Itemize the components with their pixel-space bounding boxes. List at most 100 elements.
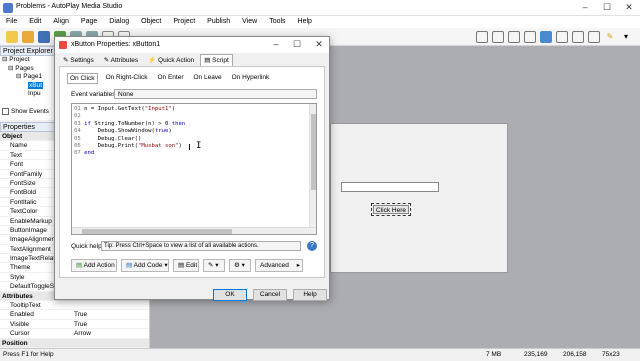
status-bar: Press F1 for Help 7 MB 235,169 206,158 7…	[0, 348, 640, 360]
menu-object[interactable]: Object	[141, 16, 161, 28]
property-row[interactable]: Visible True	[0, 320, 149, 330]
project-explorer-title: Project Explorer	[0, 46, 55, 56]
code-text: Debug.Print("Musbat son")	[84, 142, 182, 149]
property-name: Enabled	[10, 311, 34, 319]
tree-item-xbutton[interactable]: xBut	[0, 81, 56, 91]
script-lines: 01 n = Input.GetText("Input1") 02 03 if S…	[72, 104, 316, 158]
cancel-button[interactable]: Cancel	[253, 289, 287, 301]
dialog-title: xButton Properties: xButton1	[71, 41, 161, 48]
pencil-icon[interactable]: ✎	[604, 31, 616, 43]
save-icon[interactable]	[38, 30, 50, 43]
quick-help-info-icon[interactable]: ?	[307, 241, 317, 251]
script-horizontal-scrollbar[interactable]	[72, 227, 316, 234]
advanced-button[interactable]: Advanced ▸	[255, 259, 303, 272]
script-vertical-scrollbar[interactable]	[309, 104, 316, 234]
property-name: Visible	[10, 320, 30, 328]
new-icon[interactable]	[6, 30, 18, 43]
show-events-row: Show Events	[2, 108, 49, 115]
property-row[interactable]: Cursor Arrow	[0, 329, 149, 339]
menu-dialog[interactable]: Dialog	[109, 16, 129, 28]
tab-attributes[interactable]: ✎ Attributes	[100, 54, 142, 66]
dialog-title-bar: xButton Properties: xButton1 – ☐ ✕	[55, 37, 329, 53]
show-events-checkbox[interactable]	[2, 108, 9, 115]
zoom-icon[interactable]	[508, 30, 520, 43]
event-variables-label: Event variables:	[71, 91, 118, 98]
tools-button[interactable]: ⚙ ▾	[229, 259, 251, 272]
line-number: 03	[74, 120, 81, 127]
add-action-button[interactable]: ▤ Add Action	[71, 259, 117, 272]
menu-publish[interactable]: Publish	[207, 16, 230, 28]
menu-view[interactable]: View	[242, 16, 257, 28]
line-number: 04	[74, 128, 81, 135]
dialog-maximize-button[interactable]: ☐	[290, 38, 304, 51]
page-surface[interactable]: Click Here	[330, 123, 508, 273]
subtab-on-hyperlink[interactable]: On Hyperlink	[230, 73, 272, 84]
xbutton-properties-dialog: xButton Properties: xButton1 – ☐ ✕ ✎ Set…	[54, 36, 330, 301]
menu-file[interactable]: File	[6, 16, 17, 28]
menu-tools[interactable]: Tools	[269, 16, 285, 28]
tree-item-project[interactable]: ⊟ Project	[0, 56, 56, 65]
add-code-button[interactable]: ▤ Add Code ▾	[121, 259, 169, 272]
table-icon[interactable]	[556, 30, 568, 43]
format-button[interactable]: ✎ ▾	[203, 259, 225, 272]
layers-icon[interactable]	[524, 30, 536, 43]
tab-settings[interactable]: ✎ Settings	[59, 54, 98, 66]
grid2-icon[interactable]	[572, 30, 584, 43]
minimize-button[interactable]: –	[578, 1, 592, 14]
open-icon[interactable]	[22, 30, 34, 43]
tab-script[interactable]: ▤ Script	[200, 54, 233, 66]
property-value[interactable]	[72, 339, 149, 347]
menu-edit[interactable]: Edit	[29, 16, 41, 28]
subtab-on-leave[interactable]: On Leave	[191, 73, 223, 84]
property-name: Position	[2, 339, 28, 347]
xbutton1[interactable]: Click Here	[371, 203, 411, 216]
tab-quick-action[interactable]: ⚡ Quick Action	[144, 54, 198, 66]
menu-project[interactable]: Project	[173, 16, 195, 28]
property-value[interactable]: True	[72, 320, 149, 328]
close-button[interactable]: ✕	[622, 1, 636, 14]
dialog-icon	[59, 41, 67, 49]
maximize-button[interactable]: ☐	[600, 1, 614, 14]
dropdown-icon[interactable]: ▾	[620, 31, 632, 43]
status-object-pos: 206,158	[563, 351, 587, 358]
code-line: 05 Debug.Clear()	[74, 136, 316, 143]
grid-icon[interactable]	[476, 30, 488, 43]
ok-button[interactable]: OK	[213, 289, 247, 301]
help-button[interactable]: Help	[293, 289, 327, 301]
menu-page[interactable]: Page	[81, 16, 97, 28]
property-value[interactable]: True	[72, 310, 149, 318]
code-text: if String.ToNumber(n) > 0 then	[84, 120, 186, 127]
dialog-close-button[interactable]: ✕	[312, 38, 326, 51]
status-cursor-pos: 235,169	[524, 351, 548, 358]
text-cursor	[189, 144, 190, 150]
property-row[interactable]: TooltipText	[0, 301, 149, 311]
edit-button[interactable]: ▤ Edit	[173, 259, 199, 272]
menu-help[interactable]: Help	[298, 16, 312, 28]
box-icon[interactable]	[588, 30, 600, 43]
code-line: 06 Debug.Print("Musbat son")	[74, 143, 316, 150]
code-line: 03 if String.ToNumber(n) > 0 then	[74, 121, 316, 128]
line-number: 06	[74, 142, 81, 149]
event-variables-field: None	[114, 89, 317, 99]
dialog-minimize-button[interactable]: –	[269, 38, 283, 51]
code-line: 02	[74, 113, 316, 120]
subtab-on-click[interactable]: On Click	[67, 73, 98, 84]
script-editor[interactable]: 01 n = Input.GetText("Input1") 02 03 if S…	[71, 103, 317, 235]
property-name: TooltipText	[10, 302, 41, 310]
property-value[interactable]: Arrow	[72, 329, 149, 337]
xbutton1-face: Click Here	[373, 205, 409, 214]
property-value[interactable]	[72, 301, 149, 309]
property-category[interactable]: Position	[0, 338, 149, 348]
menu-align[interactable]: Align	[53, 16, 69, 28]
snap-icon[interactable]	[492, 30, 504, 43]
tree-item-input[interactable]: Inpu	[0, 90, 56, 99]
tree-item-pages[interactable]: ⊟ Pages	[0, 65, 56, 74]
image-icon[interactable]	[540, 30, 552, 43]
app-icon	[3, 3, 13, 13]
tree-item-page1[interactable]: ⊟ Page1	[0, 73, 56, 82]
code-text: Debug.ShowWindow(true)	[84, 128, 172, 135]
input1-field[interactable]	[341, 182, 439, 192]
property-row[interactable]: Enabled True	[0, 310, 149, 320]
subtab-on-right-click[interactable]: On Right-Click	[104, 73, 150, 84]
subtab-on-enter[interactable]: On Enter	[155, 73, 185, 84]
